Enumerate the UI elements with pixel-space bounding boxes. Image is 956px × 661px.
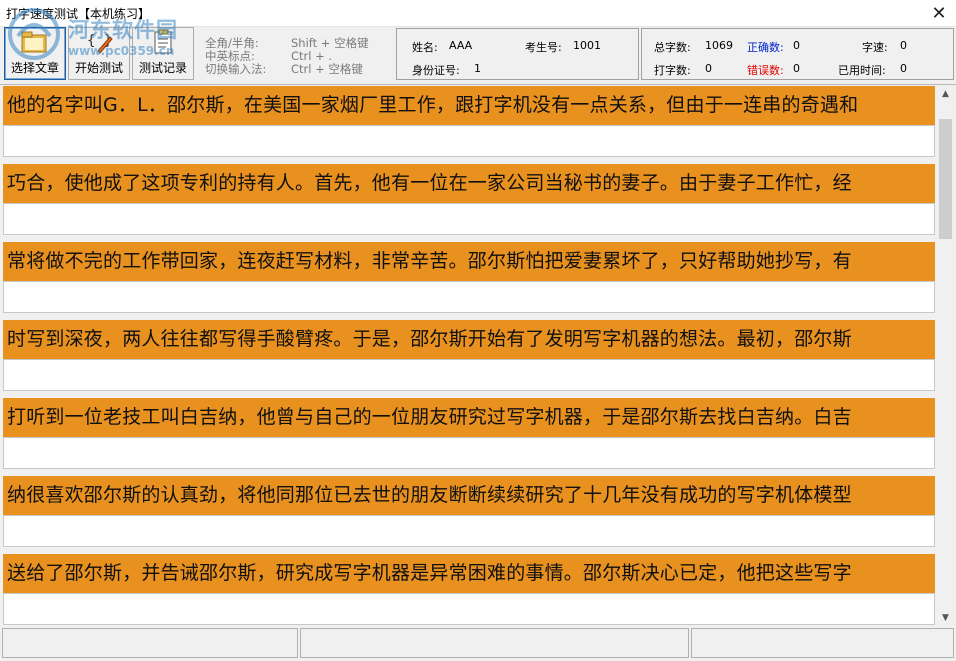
hint-key: 切换输入法:	[205, 62, 267, 76]
line-pair: 时写到深夜，两人往往都写得手酸臂疼。于是，邵尔斯开始有了发明写字机器的想法。最初…	[3, 320, 935, 391]
shortcut-hints: 全角/半角: Shift + 空格键 中英标点: Ctrl + . 切换输入法: Ct…	[205, 37, 369, 76]
id-label: 身份证号:	[412, 64, 460, 77]
total-value: 1069	[705, 39, 733, 52]
correct-label: 正确数:	[747, 41, 784, 54]
status-pane	[2, 628, 298, 658]
wrong-label: 错误数:	[747, 64, 784, 77]
status-pane	[691, 628, 954, 658]
line-pair: 送给了邵尔斯，并告诫邵尔斯，研究成写字机器是异常困难的事情。邵尔斯决心已定，他把…	[3, 554, 935, 625]
correct-value: 0	[793, 39, 800, 52]
time-value: 0	[900, 62, 907, 75]
line-pair: 纳很喜欢邵尔斯的认真劲，将他同那位已去世的朋友断断续续研究了十几年没有成功的写字…	[3, 476, 935, 547]
total-label: 总字数:	[654, 41, 691, 54]
close-icon: ✕	[931, 2, 947, 24]
typing-input-line[interactable]	[3, 281, 935, 313]
line-pair: 他的名字叫G．L．邵尔斯，在美国一家烟厂里工作，跟打字机没有一点关系，但由于一连…	[3, 86, 935, 157]
typing-input-line[interactable]	[3, 593, 935, 625]
source-line: 打听到一位老技工叫白吉纳，他曾与自己的一位朋友研究过写字机器，于是邵尔斯去找白吉…	[3, 398, 935, 437]
source-line: 送给了邵尔斯，并告诫邵尔斯，研究成写字机器是异常困难的事情。邵尔斯决心已定，他把…	[3, 554, 935, 593]
source-line: 时写到深夜，两人往往都写得手酸臂疼。于是，邵尔斯开始有了发明写字机器的想法。最初…	[3, 320, 935, 359]
typing-area: 他的名字叫G．L．邵尔斯，在美国一家烟厂里工作，跟打字机没有一点关系，但由于一连…	[0, 84, 956, 626]
hint-value: Ctrl + 空格键	[291, 62, 363, 76]
toolbar: 选择文章 { } 开始测试 测试记录 全角/半角: Shift + 空格键 中英标…	[0, 27, 956, 83]
close-button[interactable]: ✕	[922, 0, 956, 26]
id-value: 1	[474, 62, 481, 75]
user-info-panel: 姓名: AAA 考生号: 1001 身份证号: 1	[396, 28, 639, 80]
speed-label: 字速:	[862, 41, 888, 54]
test-record-button[interactable]: 测试记录	[132, 27, 194, 80]
title-bar: 打字速度测试【本机练习】 ✕	[0, 0, 956, 27]
folder-icon	[21, 31, 47, 53]
line-pair: 巧合，使他成了这项专利的持有人。首先，他有一位在一家公司当秘书的妻子。由于妻子工…	[3, 164, 935, 235]
typing-input-line[interactable]	[3, 359, 935, 391]
typing-input-line[interactable]	[3, 125, 935, 157]
scroll-thumb[interactable]	[939, 119, 952, 239]
select-article-button[interactable]: 选择文章	[4, 27, 66, 80]
test-record-label: 测试记录	[138, 61, 187, 75]
typing-input-line[interactable]	[3, 437, 935, 469]
time-label: 已用时间:	[838, 64, 886, 77]
exam-no-value: 1001	[573, 39, 601, 52]
name-value: AAA	[449, 39, 473, 52]
line-pair: 打听到一位老技工叫白吉纳，他曾与自己的一位朋友研究过写字机器，于是邵尔斯去找白吉…	[3, 398, 935, 469]
line-pair: 常将做不完的工作带回家，连夜赶写材料，非常辛苦。邵尔斯怕把爱妻累坏了，只好帮助她…	[3, 242, 935, 313]
exam-no-label: 考生号:	[525, 41, 562, 54]
speed-value: 0	[900, 39, 907, 52]
scroll-down-icon[interactable]: ▼	[937, 609, 954, 626]
source-line: 纳很喜欢邵尔斯的认真劲，将他同那位已去世的朋友断断续续研究了十几年没有成功的写字…	[3, 476, 935, 515]
name-label: 姓名:	[412, 41, 438, 54]
status-bar	[0, 626, 956, 661]
typing-input-line[interactable]	[3, 203, 935, 235]
source-line: 巧合，使他成了这项专利的持有人。首先，他有一位在一家公司当秘书的妻子。由于妻子工…	[3, 164, 935, 203]
wrong-value: 0	[793, 62, 800, 75]
typing-input-line[interactable]	[3, 515, 935, 547]
edit-icon: { }	[87, 33, 113, 54]
select-article-label: 选择文章	[10, 61, 59, 75]
vertical-scrollbar[interactable]: ▲ ▼	[937, 85, 954, 626]
record-icon	[154, 29, 172, 54]
stats-panel: 总字数: 1069 正确数: 0 字速: 0 打字数: 0 错误数: 0 已用时…	[641, 28, 954, 80]
source-line: 他的名字叫G．L．邵尔斯，在美国一家烟厂里工作，跟打字机没有一点关系，但由于一连…	[3, 86, 935, 125]
typed-value: 0	[705, 62, 712, 75]
source-line: 常将做不完的工作带回家，连夜赶写材料，非常辛苦。邵尔斯怕把爱妻累坏了，只好帮助她…	[3, 242, 935, 281]
status-pane	[300, 628, 689, 658]
window-title: 打字速度测试【本机练习】	[6, 7, 151, 21]
start-test-button[interactable]: { } 开始测试	[68, 27, 130, 80]
scroll-up-icon[interactable]: ▲	[937, 85, 954, 102]
start-test-label: 开始测试	[74, 61, 123, 75]
typed-label: 打字数:	[654, 64, 691, 77]
